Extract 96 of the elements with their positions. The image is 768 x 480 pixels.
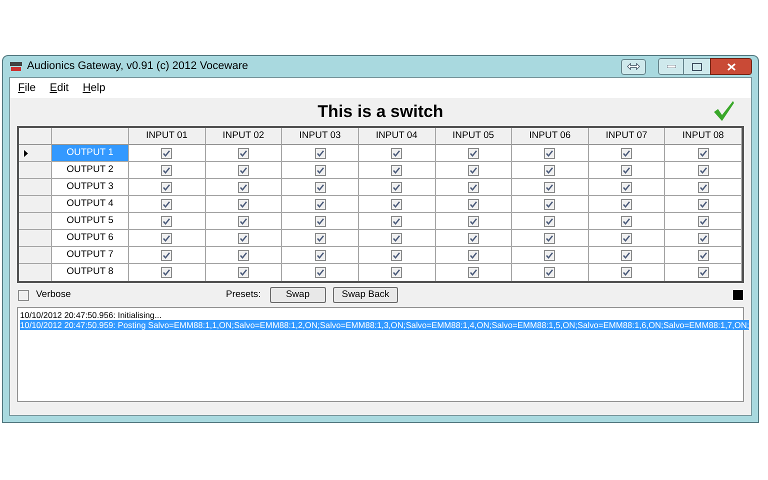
menu-item[interactable]: Help xyxy=(82,80,106,96)
status-indicator xyxy=(733,290,743,300)
checkbox[interactable] xyxy=(544,182,556,192)
checkbox[interactable] xyxy=(468,164,479,176)
checkbox[interactable] xyxy=(391,232,402,244)
heading: This is a switch xyxy=(318,101,444,124)
checkbox[interactable] xyxy=(544,250,556,260)
column-header[interactable]: INPUT 04 xyxy=(358,128,436,144)
presets-label: Presets: xyxy=(226,288,261,302)
checkbox[interactable] xyxy=(391,182,402,192)
checkbox[interactable] xyxy=(391,250,402,260)
column-header[interactable]: INPUT 02 xyxy=(206,128,282,144)
preset-button[interactable]: Swap xyxy=(270,287,326,303)
checkbox[interactable] xyxy=(468,182,479,192)
checkbox[interactable] xyxy=(238,267,249,278)
checkbox[interactable] xyxy=(314,164,326,176)
checkbox[interactable] xyxy=(161,198,172,210)
checkbox[interactable] xyxy=(698,148,709,158)
checkbox[interactable] xyxy=(544,148,556,158)
checkbox[interactable] xyxy=(468,267,479,278)
checkbox[interactable] xyxy=(238,148,249,158)
checkbox[interactable] xyxy=(238,232,249,244)
checkbox[interactable] xyxy=(621,216,632,226)
checkbox[interactable] xyxy=(314,216,326,226)
double-arrow-icon xyxy=(627,63,640,70)
checkbox[interactable] xyxy=(468,250,479,260)
window-title: Audionics Gateway, v0.91 (c) 2012 Voceware xyxy=(27,59,248,74)
checkbox[interactable] xyxy=(391,216,402,226)
checkbox[interactable] xyxy=(544,216,556,226)
checkbox[interactable] xyxy=(238,250,249,260)
verbose-label: Verbose xyxy=(36,288,71,302)
checkbox[interactable] xyxy=(391,198,402,210)
checkbox[interactable] xyxy=(238,216,249,226)
minimize-icon xyxy=(666,65,676,68)
app-logo-icon xyxy=(9,61,23,72)
menu-item[interactable]: File xyxy=(18,80,36,96)
checkbox[interactable] xyxy=(698,250,709,260)
checkbox[interactable] xyxy=(314,182,326,192)
checkbox[interactable] xyxy=(698,198,709,210)
checkbox[interactable] xyxy=(238,198,249,210)
checkbox[interactable] xyxy=(544,198,556,210)
checkbox[interactable] xyxy=(314,198,326,210)
checkbox[interactable] xyxy=(314,267,326,278)
checkbox[interactable] xyxy=(161,232,172,244)
checkbox[interactable] xyxy=(621,198,632,210)
log-line[interactable]: 10/10/2012 20:47:50.956: Initialising... xyxy=(20,310,162,320)
checkbox[interactable] xyxy=(621,267,632,278)
checkbox[interactable] xyxy=(544,267,556,278)
column-header[interactable]: INPUT 01 xyxy=(129,128,206,144)
checkbox[interactable] xyxy=(161,250,172,260)
checkbox[interactable] xyxy=(161,164,172,176)
column-header[interactable]: INPUT 07 xyxy=(588,128,666,144)
minimize-button[interactable] xyxy=(658,58,684,75)
row-header[interactable] xyxy=(19,145,52,161)
maximize-icon xyxy=(692,62,702,70)
close-button[interactable] xyxy=(710,58,752,75)
checkbox[interactable] xyxy=(161,216,172,226)
checkbox[interactable] xyxy=(621,250,632,260)
checkbox[interactable] xyxy=(621,164,632,176)
close-icon xyxy=(726,62,736,70)
checkbox[interactable] xyxy=(468,232,479,244)
checkbox[interactable] xyxy=(698,182,709,192)
column-header[interactable]: INPUT 08 xyxy=(665,128,742,144)
checkbox[interactable] xyxy=(468,198,479,210)
checkbox[interactable] xyxy=(161,148,172,158)
checkbox[interactable] xyxy=(161,182,172,192)
checkbox[interactable] xyxy=(698,216,709,226)
checkbox[interactable] xyxy=(698,164,709,176)
checkmark-icon xyxy=(713,100,735,122)
checkbox[interactable] xyxy=(544,164,556,176)
checkbox[interactable] xyxy=(161,267,172,278)
checkbox[interactable] xyxy=(544,232,556,244)
checkbox[interactable] xyxy=(314,250,326,260)
checkbox[interactable] xyxy=(621,232,632,244)
resize-button[interactable] xyxy=(621,58,646,74)
checkbox[interactable] xyxy=(468,148,479,158)
checkbox[interactable] xyxy=(18,290,29,300)
checkbox[interactable] xyxy=(621,148,632,158)
column-header[interactable]: INPUT 03 xyxy=(282,128,359,144)
checkbox[interactable] xyxy=(238,182,249,192)
checkbox[interactable] xyxy=(238,164,249,176)
preset-button[interactable]: Swap Back xyxy=(332,287,398,303)
checkbox[interactable] xyxy=(391,164,402,176)
checkbox[interactable] xyxy=(391,267,402,278)
checkbox[interactable] xyxy=(698,232,709,244)
checkbox[interactable] xyxy=(391,148,402,158)
checkbox[interactable] xyxy=(621,182,632,192)
checkbox[interactable] xyxy=(314,232,326,244)
checkbox[interactable] xyxy=(314,148,326,158)
maximize-button[interactable] xyxy=(684,58,710,75)
corner-header xyxy=(19,128,52,144)
column-header[interactable]: INPUT 05 xyxy=(436,128,512,144)
checkbox[interactable] xyxy=(468,216,479,226)
checkbox[interactable] xyxy=(698,267,709,278)
column-header[interactable]: INPUT 06 xyxy=(512,128,589,144)
menu-item[interactable]: Edit xyxy=(50,80,69,96)
